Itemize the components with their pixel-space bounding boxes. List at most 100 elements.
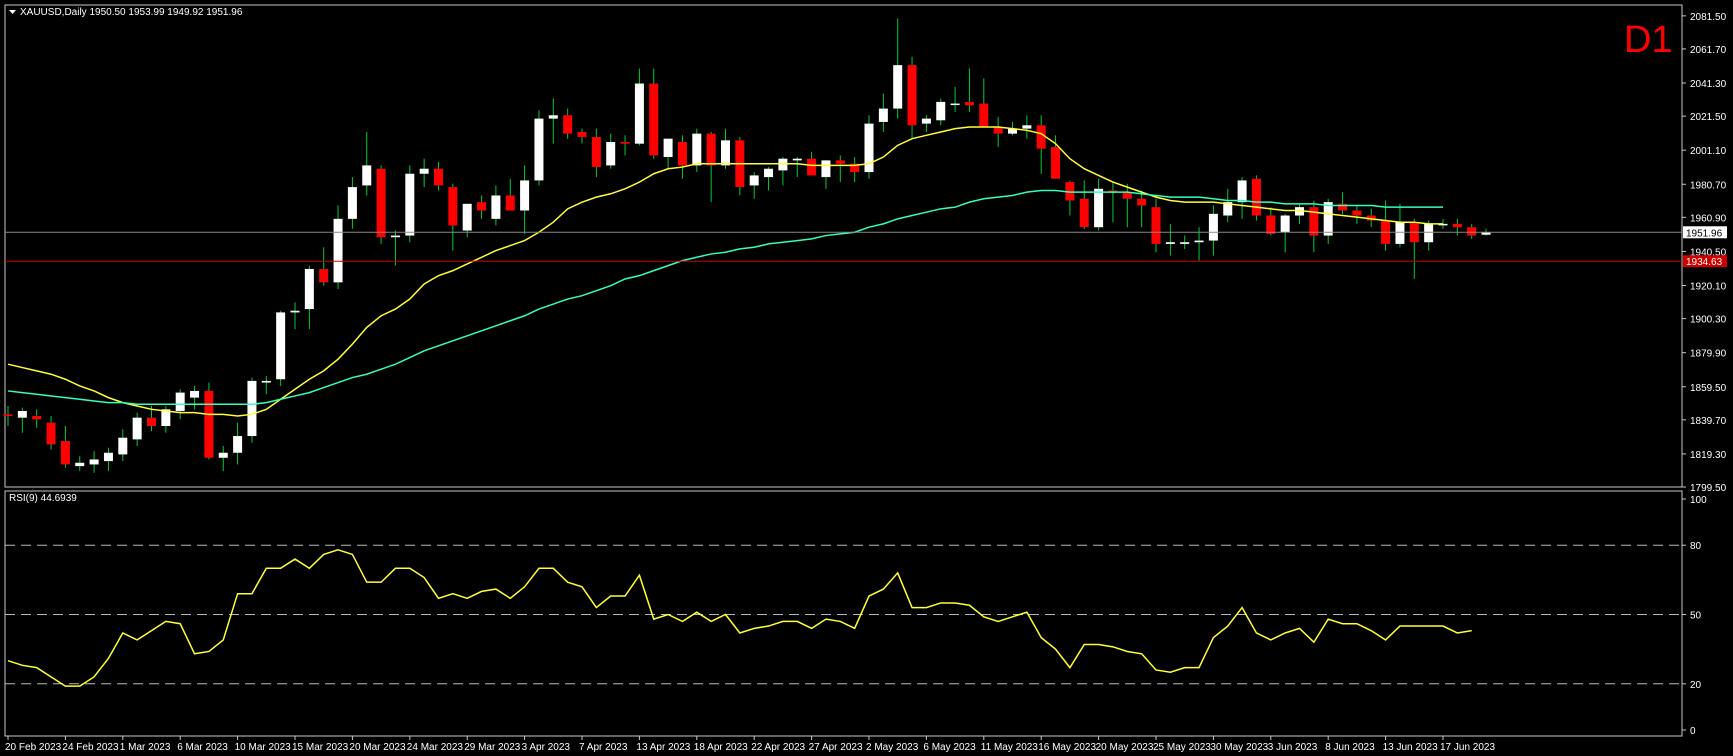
candle-body bbox=[677, 141, 687, 166]
time-tick-label: 10 Mar 2023 bbox=[235, 742, 292, 753]
time-tick-label: 20 Feb 2023 bbox=[5, 742, 62, 753]
candle-body bbox=[1079, 198, 1089, 228]
time-tick-label: 15 Mar 2023 bbox=[292, 742, 349, 753]
candle-body bbox=[649, 83, 659, 156]
candle-body bbox=[390, 235, 400, 238]
current-price-label: 1951.96 bbox=[1686, 228, 1723, 239]
candle-body bbox=[1251, 178, 1261, 216]
candle-body bbox=[548, 115, 558, 119]
price-tick-label: 1799.50 bbox=[1690, 483, 1727, 494]
time-tick-label: 13 Apr 2023 bbox=[636, 742, 690, 753]
time-tick-label: 30 May 2023 bbox=[1210, 742, 1268, 753]
candle-body bbox=[233, 436, 243, 453]
candle-body bbox=[1165, 242, 1175, 244]
candle-body bbox=[491, 195, 501, 219]
time-tick-label: 2 May 2023 bbox=[866, 742, 919, 753]
candle-body bbox=[1424, 223, 1434, 243]
candle-body bbox=[936, 101, 946, 121]
candle-body bbox=[405, 173, 415, 236]
candle-body bbox=[376, 168, 386, 238]
price-tick-label: 1859.50 bbox=[1690, 383, 1727, 394]
price-tick-label: 2061.70 bbox=[1690, 45, 1727, 56]
time-tick-label: 11 May 2023 bbox=[981, 742, 1039, 753]
candle-body bbox=[1036, 125, 1046, 149]
candle-body bbox=[749, 175, 759, 186]
candle-body bbox=[462, 203, 472, 231]
candle-body bbox=[835, 160, 845, 164]
candle-body bbox=[807, 158, 817, 176]
candle-body bbox=[17, 410, 27, 418]
candle-body bbox=[1151, 207, 1161, 244]
price-tick-label: 2001.10 bbox=[1690, 146, 1727, 157]
price-tick-label: 1980.70 bbox=[1690, 180, 1727, 191]
candle-body bbox=[821, 160, 831, 178]
candle-body bbox=[276, 312, 286, 380]
time-tick-label: 24 Feb 2023 bbox=[62, 742, 119, 753]
price-tick-label: 1879.90 bbox=[1690, 349, 1727, 360]
candle-body bbox=[964, 101, 974, 106]
candle-body bbox=[792, 158, 802, 161]
candle-body bbox=[419, 168, 429, 174]
candle-body bbox=[979, 103, 989, 127]
time-tick-label: 25 May 2023 bbox=[1153, 742, 1211, 753]
time-tick-label: 18 Apr 2023 bbox=[694, 742, 748, 753]
chart-background bbox=[0, 0, 1733, 756]
candle-body bbox=[362, 165, 372, 186]
candle-body bbox=[347, 187, 357, 219]
candle-body bbox=[878, 108, 888, 122]
candle-body bbox=[606, 141, 616, 166]
candle-body bbox=[75, 462, 85, 467]
time-tick-label: 29 Mar 2023 bbox=[464, 742, 521, 753]
candle-body bbox=[1094, 188, 1104, 228]
trading-chart[interactable]: 2081.50 2061.70 2041.30 2021.50 2001.10 1980.… bbox=[0, 0, 1733, 756]
candle-body bbox=[448, 187, 458, 226]
candle-body bbox=[1180, 242, 1190, 244]
candle-body bbox=[620, 141, 630, 144]
time-tick-label: 6 May 2023 bbox=[923, 742, 976, 753]
candle-body bbox=[893, 65, 903, 109]
candle-body bbox=[634, 83, 644, 144]
candle-body bbox=[534, 118, 544, 181]
candle-body bbox=[563, 115, 573, 134]
time-tick-label: 27 Apr 2023 bbox=[809, 742, 863, 753]
time-tick-label: 3 Apr 2023 bbox=[522, 742, 571, 753]
candle-body bbox=[950, 103, 960, 106]
candle-body bbox=[1452, 223, 1462, 228]
candle-body bbox=[1051, 147, 1061, 179]
candle-body bbox=[907, 65, 917, 126]
candle-body bbox=[921, 118, 931, 124]
candle-body bbox=[591, 136, 601, 168]
candle-body bbox=[1266, 215, 1276, 234]
candle-body bbox=[132, 417, 142, 440]
level-label: 1934.63 bbox=[1686, 257, 1723, 268]
candle-body bbox=[319, 268, 329, 283]
candle-body bbox=[764, 168, 774, 178]
candle-body bbox=[103, 452, 113, 462]
candle-body bbox=[1280, 215, 1290, 233]
candle-body bbox=[1323, 202, 1333, 236]
candle-body bbox=[118, 437, 128, 455]
candle-body bbox=[3, 414, 13, 416]
price-tick-label: 2041.30 bbox=[1690, 79, 1727, 90]
candle-body bbox=[147, 417, 156, 427]
candle-body bbox=[1194, 240, 1204, 243]
chart-header: XAUUSD,Daily 1950.50 1953.99 1949.92 195… bbox=[9, 7, 243, 18]
time-tick-label: 20 May 2023 bbox=[1096, 742, 1154, 753]
candle-body bbox=[477, 202, 487, 211]
time-tick-label: 17 Jun 2023 bbox=[1440, 742, 1495, 753]
candle-body bbox=[1467, 227, 1477, 236]
time-tick-label: 20 Mar 2023 bbox=[349, 742, 406, 753]
candle-body bbox=[175, 392, 185, 411]
symbol-info: XAUUSD,Daily 1950.50 1953.99 1949.92 195… bbox=[20, 7, 243, 18]
price-tick-label: 1920.10 bbox=[1690, 282, 1727, 293]
candle-body bbox=[692, 133, 702, 166]
candle-body bbox=[505, 195, 515, 211]
candle-body bbox=[1137, 198, 1147, 206]
candle-body bbox=[261, 380, 271, 383]
price-tick-label: 1839.70 bbox=[1690, 416, 1727, 427]
candle-body bbox=[89, 459, 99, 465]
candle-body bbox=[778, 158, 788, 171]
price-tick-label: 2021.50 bbox=[1690, 112, 1727, 123]
candle-body bbox=[1395, 222, 1405, 244]
candle-body bbox=[1022, 125, 1032, 129]
